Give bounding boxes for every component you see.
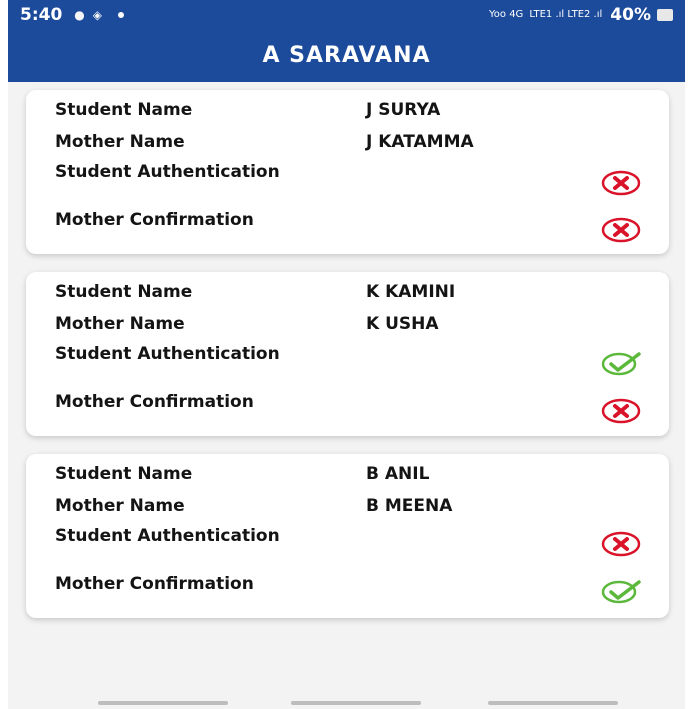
battery-percentage: 40% xyxy=(610,4,651,25)
student-auth-label: Student Authentication xyxy=(55,344,280,364)
cross-icon[interactable] xyxy=(601,170,641,196)
mother-name-label: Mother Name xyxy=(55,132,185,152)
nav-bar-handle[interactable] xyxy=(98,701,228,705)
mother-name-value: K USHA xyxy=(366,314,439,334)
mother-conf-label: Mother Confirmation xyxy=(55,392,254,412)
student-name-value: K KAMINI xyxy=(366,282,456,302)
student-card[interactable]: Student Name K KAMINI Mother Name K USHA… xyxy=(26,272,669,436)
check-icon[interactable] xyxy=(601,350,641,376)
notification-dot-icon xyxy=(118,11,125,18)
student-name-label: Student Name xyxy=(55,282,193,302)
nav-bar-handle[interactable] xyxy=(488,701,618,705)
phone-screen: 5:40 ● ◈ Yoo 4G LTE1 .ıl LTE2 .ıl 40% A … xyxy=(8,0,685,709)
nav-bar-handle[interactable] xyxy=(291,701,421,705)
cross-icon[interactable] xyxy=(601,531,641,557)
status-bar: 5:40 ● ◈ Yoo 4G LTE1 .ıl LTE2 .ıl 40% xyxy=(8,0,685,29)
cross-icon[interactable] xyxy=(601,398,641,424)
mother-name-label: Mother Name xyxy=(55,496,185,516)
mother-name-label: Mother Name xyxy=(55,314,185,334)
student-auth-label: Student Authentication xyxy=(55,162,280,182)
student-card[interactable]: Student Name B ANIL Mother Name B MEENA … xyxy=(26,454,669,618)
app-bar: A SARAVANA xyxy=(8,29,685,82)
student-name-label: Student Name xyxy=(55,464,193,484)
check-icon[interactable] xyxy=(601,578,641,604)
page-title: A SARAVANA xyxy=(262,43,431,68)
notification-icon: ● xyxy=(74,7,85,22)
student-name-value: J SURYA xyxy=(366,100,441,120)
mother-name-value: B MEENA xyxy=(366,496,453,516)
battery-icon xyxy=(657,8,673,21)
notification-icon-2: ◈ xyxy=(92,7,103,22)
mother-conf-label: Mother Confirmation xyxy=(55,210,254,230)
student-auth-label: Student Authentication xyxy=(55,526,280,546)
status-time: 5:40 xyxy=(20,4,63,25)
cross-icon[interactable] xyxy=(601,217,641,243)
student-name-value: B ANIL xyxy=(366,464,430,484)
network-left: Yoo 4G xyxy=(489,9,524,20)
mother-conf-label: Mother Confirmation xyxy=(55,574,254,594)
mother-name-value: J KATAMMA xyxy=(366,132,474,152)
student-card[interactable]: Student Name J SURYA Mother Name J KATAM… xyxy=(26,90,669,254)
network-right: LTE1 .ıl LTE2 .ıl xyxy=(529,9,603,20)
student-name-label: Student Name xyxy=(55,100,193,120)
